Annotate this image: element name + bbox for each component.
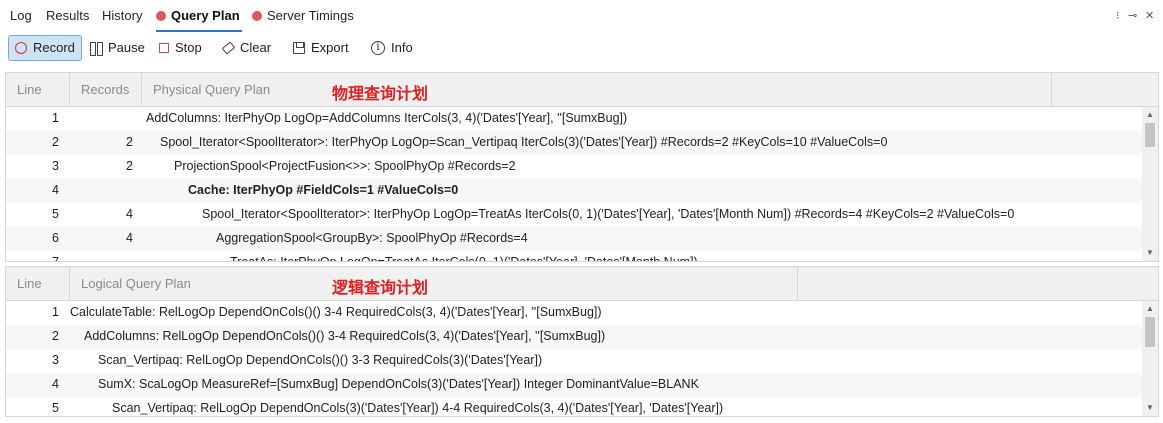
tab-results[interactable]: Results [46,8,89,26]
column-header-logical-plan[interactable]: Logical Query Plan [70,267,798,301]
recording-dot-icon [252,11,262,21]
table-row[interactable]: 5 4 Spool_Iterator<SpoolIterator>: IterP… [6,203,1144,227]
more-options-icon[interactable]: ⁝ [1116,8,1120,24]
row-plan-text: CalculateTable: RelLogOp DependOnCols()(… [70,305,602,319]
logical-plan-header: Line Logical Query Plan 逻辑查询计划 [6,267,1158,301]
table-row[interactable]: 2 2 Spool_Iterator<SpoolIterator>: IterP… [6,131,1144,155]
row-line-number: 3 [52,353,59,367]
table-row[interactable]: 4 SumX: ScaLogOp MeasureRef=[SumxBug] De… [6,373,1144,397]
row-plan-text: AddColumns: IterPhyOp LogOp=AddColumns I… [146,111,628,125]
row-plan-text: AddColumns: RelLogOp DependOnCols()() 3-… [84,329,606,343]
export-button[interactable]: Export [286,35,356,61]
scroll-down-icon[interactable]: ▼ [1142,245,1158,261]
physical-plan-header: Line Records Physical Query Plan 物理查询计划 [6,73,1158,107]
info-icon: i [371,41,385,55]
row-line-number: 1 [52,111,59,125]
record-button[interactable]: Record [8,35,82,61]
toolbar: Record Pause Stop Clear Export i Info [0,32,1163,64]
table-row[interactable]: 1 CalculateTable: RelLogOp DependOnCols(… [6,301,1144,325]
tab-query-plan[interactable]: Query Plan [156,8,242,32]
table-row[interactable]: 3 Scan_Vertipaq: RelLogOp DependOnCols()… [6,349,1144,373]
row-line-number: 3 [52,159,59,173]
scroll-thumb[interactable] [1145,317,1155,347]
scroll-up-icon[interactable]: ▲ [1142,107,1158,123]
clear-button[interactable]: Clear [216,35,278,61]
column-header-physical-plan[interactable]: Physical Query Plan [142,73,1052,107]
table-row[interactable]: 7 TreatAs: IterPhyOp LogOp=TreatAs IterC… [6,251,1144,262]
table-row[interactable]: 5 Scan_Vertipaq: RelLogOp DependOnCols(3… [6,397,1144,416]
table-row[interactable]: 4 Cache: IterPhyOp #FieldCols=1 #ValueCo… [6,179,1144,203]
row-line-number: 2 [52,135,59,149]
stop-icon [159,43,169,53]
column-header-line[interactable]: Line [6,267,70,301]
pause-icon [90,42,103,56]
row-plan-text: SumX: ScaLogOp MeasureRef=[SumxBug] Depe… [98,377,699,391]
row-line-number: 5 [52,207,59,221]
physical-plan-scrollbar[interactable]: ▲ ▼ [1142,107,1158,261]
close-icon[interactable]: ✕ [1145,8,1154,24]
row-plan-text: Scan_Vertipaq: RelLogOp DependOnCols(3)(… [112,401,724,415]
tab-strip: Log Results History Query Plan Server Ti… [0,0,1163,32]
column-header-records[interactable]: Records [70,73,142,107]
row-plan-text: Cache: IterPhyOp #FieldCols=1 #ValueCols… [188,183,459,197]
recording-dot-icon [156,11,166,21]
pin-icon[interactable]: ⊸ [1128,8,1137,24]
column-header-line[interactable]: Line [6,73,70,107]
logical-plan-panel: Line Logical Query Plan 逻辑查询计划 1 Calcula… [5,266,1159,417]
row-line-number: 4 [52,377,59,391]
tab-server-timings[interactable]: Server Timings [252,8,354,26]
tab-log[interactable]: Log [10,8,32,26]
row-records: 4 [126,207,133,221]
scroll-down-icon[interactable]: ▼ [1142,400,1158,416]
eraser-icon [221,41,236,55]
tab-history[interactable]: History [102,8,142,26]
table-row[interactable]: 1 AddColumns: IterPhyOp LogOp=AddColumns… [6,107,1144,131]
save-icon [293,42,305,54]
row-records: 2 [126,159,133,173]
physical-plan-rows: 1 AddColumns: IterPhyOp LogOp=AddColumns… [6,107,1144,262]
row-line-number: 6 [52,231,59,245]
table-row[interactable]: 3 2 ProjectionSpool<ProjectFusion<>>: Sp… [6,155,1144,179]
record-icon [15,42,27,54]
logical-plan-rows: 1 CalculateTable: RelLogOp DependOnCols(… [6,301,1144,416]
row-plan-text: AggregationSpool<GroupBy>: SpoolPhyOp #R… [216,231,528,245]
row-plan-text: Scan_Vertipaq: RelLogOp DependOnCols()()… [98,353,543,367]
logical-plan-scrollbar[interactable]: ▲ ▼ [1142,301,1158,416]
pause-button[interactable]: Pause [83,35,152,61]
row-records: 4 [126,231,133,245]
scroll-thumb[interactable] [1145,123,1155,147]
row-records: 2 [126,135,133,149]
row-line-number: 5 [52,401,59,415]
row-line-number: 7 [52,255,59,262]
row-plan-text: ProjectionSpool<ProjectFusion<>>: SpoolP… [174,159,516,173]
physical-plan-annotation: 物理查询计划 [332,84,429,103]
row-line-number: 1 [52,305,59,319]
scroll-up-icon[interactable]: ▲ [1142,301,1158,317]
info-button[interactable]: i Info [364,35,420,61]
row-line-number: 4 [52,183,59,197]
table-row[interactable]: 6 4 AggregationSpool<GroupBy>: SpoolPhyO… [6,227,1144,251]
logical-plan-annotation: 逻辑查询计划 [332,278,429,297]
row-line-number: 2 [52,329,59,343]
row-plan-text: TreatAs: IterPhyOp LogOp=TreatAs IterCol… [230,255,698,262]
table-row[interactable]: 2 AddColumns: RelLogOp DependOnCols()() … [6,325,1144,349]
physical-plan-panel: Line Records Physical Query Plan 物理查询计划 … [5,72,1159,262]
row-plan-text: Spool_Iterator<SpoolIterator>: IterPhyOp… [202,207,1015,221]
stop-button[interactable]: Stop [152,35,209,61]
row-plan-text: Spool_Iterator<SpoolIterator>: IterPhyOp… [160,135,888,149]
